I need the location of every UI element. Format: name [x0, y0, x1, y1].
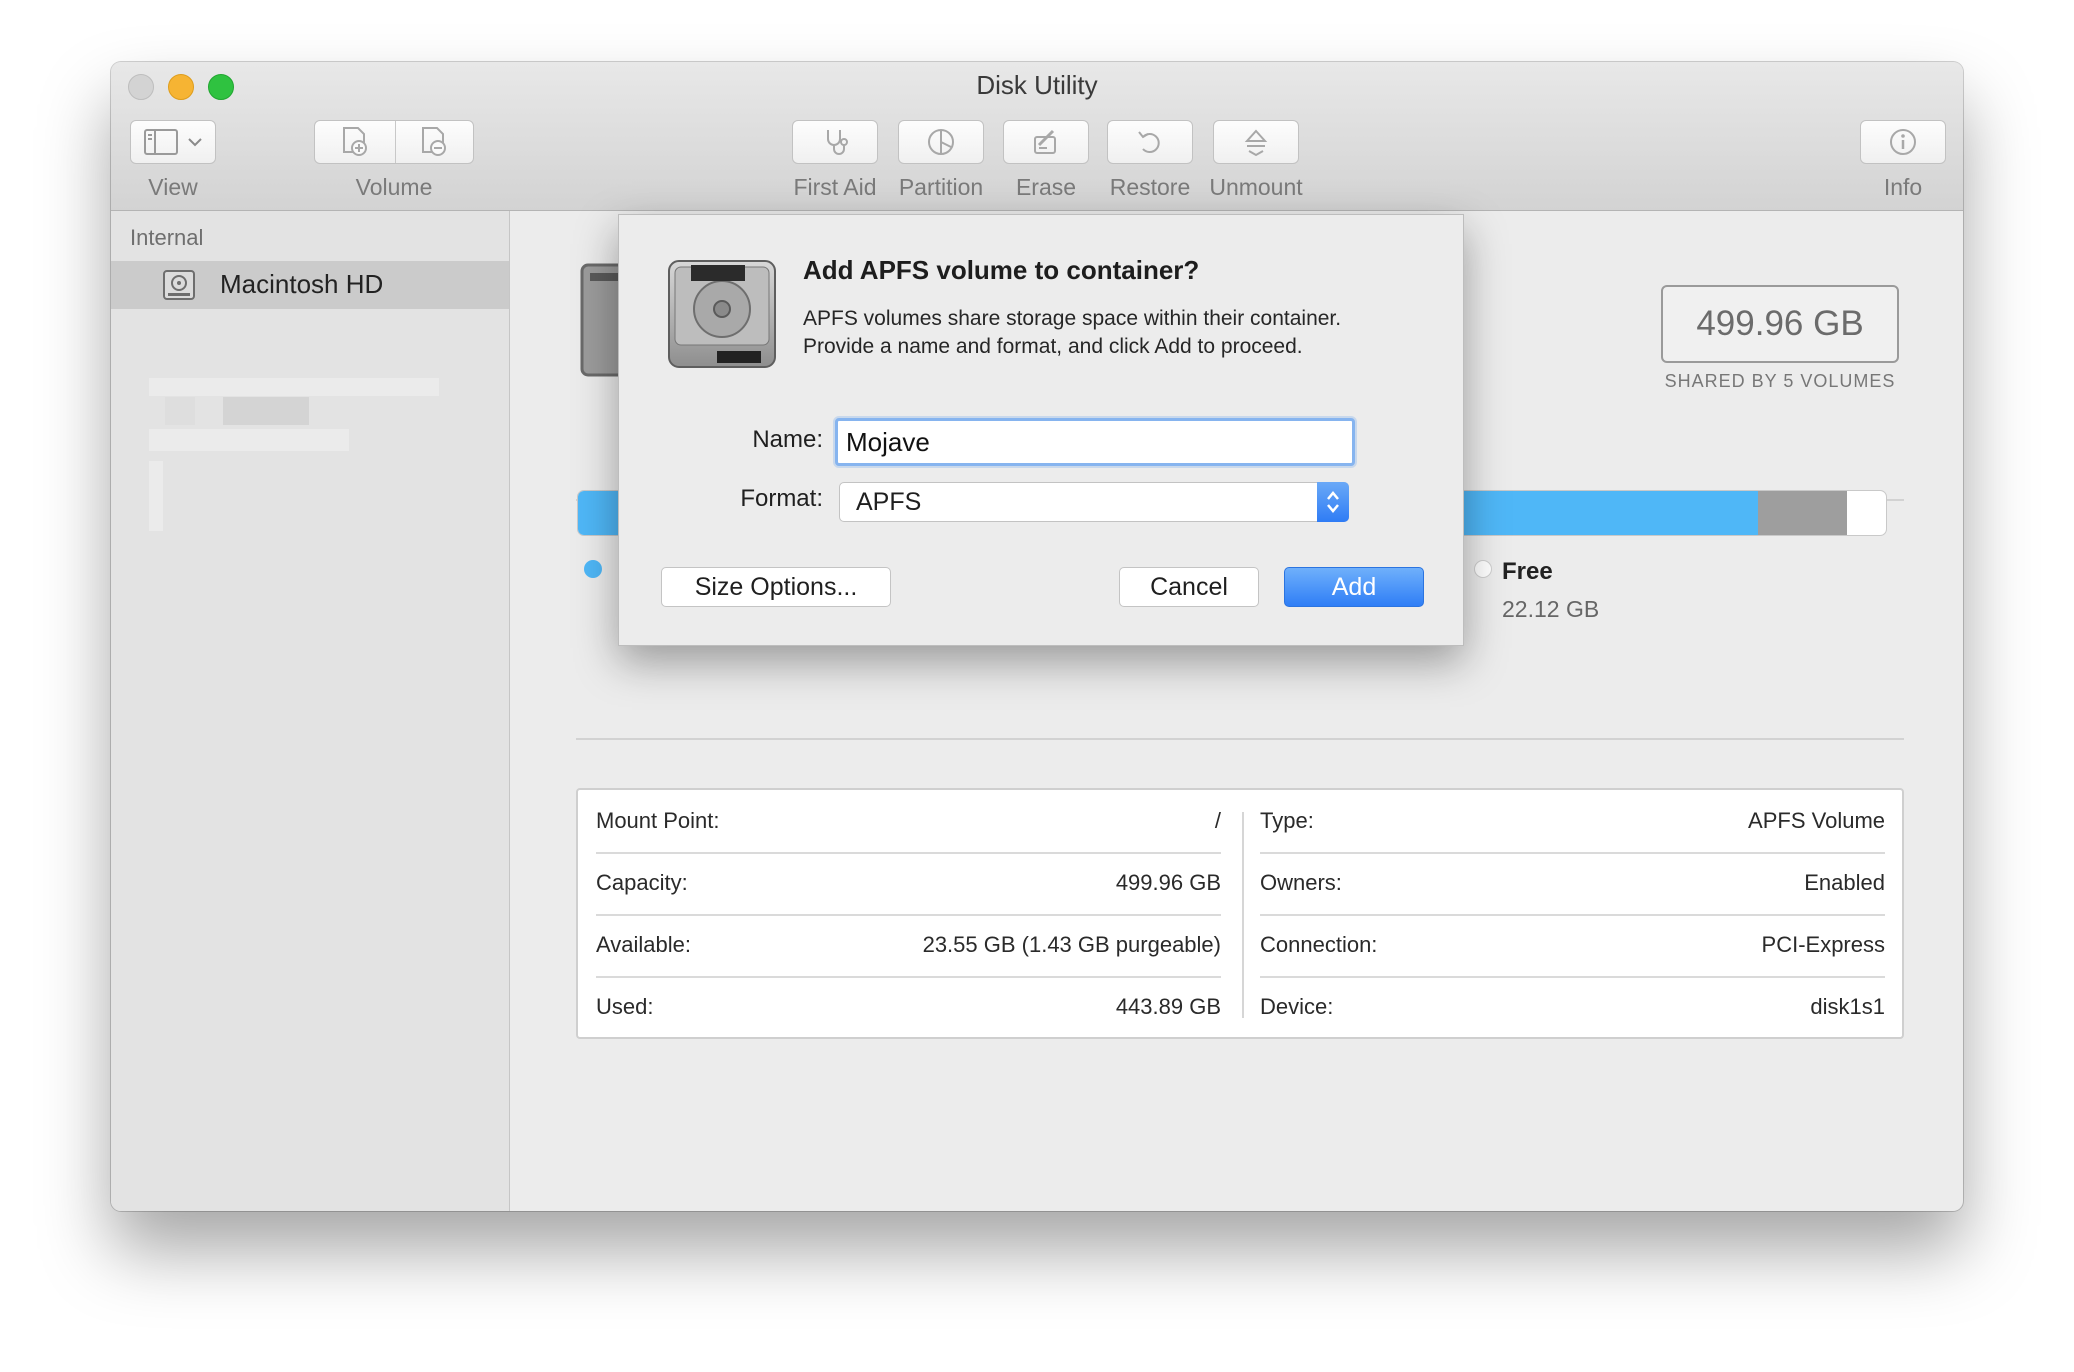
- erase-button[interactable]: [1003, 120, 1089, 164]
- format-label: Format:: [740, 485, 823, 512]
- volume-info-table: Mount Point: / Capacity: 499.96 GB Avail…: [576, 788, 1904, 1039]
- info-row-mount-point: Mount Point: /: [596, 790, 1221, 854]
- info-key: Type:: [1260, 808, 1314, 833]
- info-value: 23.55 GB (1.43 GB purgeable): [922, 932, 1221, 957]
- name-input[interactable]: [835, 418, 1355, 466]
- select-stepper-icon: [1317, 482, 1349, 522]
- stethoscope-icon: [820, 127, 850, 157]
- sidebar-section-header: Internal: [130, 225, 204, 250]
- info-row-connection: Connection: PCI-Express: [1260, 914, 1885, 978]
- info-key: Device:: [1260, 994, 1334, 1019]
- info-key: Owners:: [1260, 870, 1342, 895]
- restore-label: Restore: [1109, 174, 1191, 200]
- redacted-item: [149, 378, 439, 396]
- other-volumes-segment: [1758, 491, 1847, 535]
- info-value: APFS Volume: [1748, 808, 1885, 833]
- add-volume-icon: [340, 126, 370, 158]
- info-value: disk1s1: [1810, 994, 1885, 1019]
- view-button[interactable]: [130, 120, 216, 164]
- info-value: 499.96 GB: [1115, 870, 1221, 895]
- free-legend-label: Free: [1502, 558, 1553, 585]
- volume-segmented-control: [314, 120, 474, 164]
- sidebar-toggle-icon: [144, 129, 178, 155]
- info-button[interactable]: [1860, 120, 1946, 164]
- unmount-button[interactable]: [1213, 120, 1299, 164]
- size-options-button[interactable]: Size Options...: [661, 567, 891, 607]
- dialog-message: APFS volumes share storage space within …: [803, 305, 1341, 361]
- info-key: Capacity:: [596, 870, 688, 895]
- partition-pie-icon: [926, 127, 956, 157]
- redacted-item: [149, 429, 349, 451]
- info-key: Mount Point:: [596, 808, 720, 833]
- sidebar: Internal Macintosh HD: [111, 211, 510, 1211]
- view-label: View: [148, 174, 198, 200]
- info-value: Enabled: [1804, 870, 1885, 895]
- add-button[interactable]: Add: [1284, 567, 1424, 607]
- info-value: /: [1214, 808, 1221, 833]
- first-aid-button[interactable]: [792, 120, 878, 164]
- remove-volume-button[interactable]: [394, 121, 473, 163]
- capacity-value: 499.96 GB: [1661, 285, 1899, 363]
- info-value: 443.89 GB: [1115, 994, 1221, 1019]
- info-row-available: Available: 23.55 GB (1.43 GB purgeable): [596, 914, 1221, 978]
- chevron-down-icon: [188, 137, 202, 147]
- sidebar-item-label: Macintosh HD: [220, 269, 384, 299]
- restore-arrow-icon: [1135, 127, 1165, 157]
- sidebar-item-macintosh-hd[interactable]: Macintosh HD: [111, 261, 509, 309]
- unmount-label: Unmount: [1209, 174, 1303, 200]
- info-row-type: Type: APFS Volume: [1260, 790, 1885, 854]
- name-label: Name:: [752, 426, 823, 453]
- redacted-item: [149, 461, 163, 531]
- restore-button[interactable]: [1107, 120, 1193, 164]
- cancel-button[interactable]: Cancel: [1119, 567, 1259, 607]
- info-row-device: Device: disk1s1: [1260, 976, 1885, 1038]
- titlebar: Disk Utility View Volume First Aid Parti…: [111, 62, 1963, 211]
- hard-drive-icon: [663, 255, 781, 378]
- info-key: Connection:: [1260, 932, 1378, 957]
- add-apfs-volume-dialog: Add APFS volume to container? APFS volum…: [618, 214, 1464, 646]
- free-legend-value: 22.12 GB: [1502, 596, 1600, 622]
- window-title: Disk Utility: [976, 70, 1098, 100]
- info-icon: [1888, 127, 1918, 157]
- erase-label: Erase: [1015, 174, 1077, 200]
- partition-label: Partition: [898, 174, 984, 200]
- info-row-owners: Owners: Enabled: [1260, 852, 1885, 916]
- eject-icon: [1241, 127, 1271, 157]
- used-legend-dot: [584, 560, 602, 578]
- redacted-item: [165, 397, 195, 425]
- add-volume-button[interactable]: [315, 121, 394, 163]
- format-select[interactable]: APFS: [839, 482, 1349, 522]
- info-value: PCI-Express: [1761, 932, 1885, 957]
- first-aid-label: First Aid: [793, 174, 877, 200]
- info-row-used: Used: 443.89 GB: [596, 976, 1221, 1038]
- volume-label: Volume: [355, 174, 433, 200]
- free-legend-dot: [1474, 560, 1492, 578]
- dialog-message-line: Provide a name and format, and click Add…: [803, 335, 1303, 358]
- info-row-capacity: Capacity: 499.96 GB: [596, 852, 1221, 916]
- info-key: Used:: [596, 994, 654, 1019]
- shared-by-caption: SHARED BY 5 VOLUMES: [1664, 371, 1896, 391]
- dialog-message-line: APFS volumes share storage space within …: [803, 307, 1342, 330]
- dialog-title: Add APFS volume to container?: [803, 255, 1200, 285]
- info-label: Info: [1883, 174, 1923, 200]
- format-selected-value: APFS: [856, 488, 922, 516]
- redacted-item: [223, 397, 309, 425]
- info-key: Available:: [596, 932, 691, 957]
- internal-disk-icon: [162, 269, 196, 306]
- partition-button[interactable]: [898, 120, 984, 164]
- erase-pencil-icon: [1031, 127, 1061, 157]
- remove-volume-icon: [419, 126, 449, 158]
